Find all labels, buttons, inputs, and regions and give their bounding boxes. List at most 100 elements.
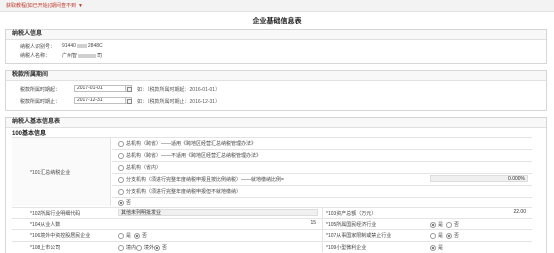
row104-label: *104从业人数 — [30, 222, 61, 228]
taxpayer-id-value: 91440 2848C — [62, 43, 103, 49]
redacted-block — [76, 43, 87, 48]
row108-label: *108上市公司 — [30, 245, 61, 251]
option-label: 分支机构（须进行完整年度纳税申报但不就地缴纳） — [126, 189, 242, 195]
row109-yes[interactable]: 是 — [430, 244, 443, 251]
option-label: 境内 — [126, 245, 137, 251]
option-label: 否 — [126, 200, 132, 206]
radio-icon — [118, 232, 124, 239]
period-end-input[interactable] — [74, 97, 126, 104]
period-end-hint: 如：（税款所属时期止：2016-12-31） — [137, 99, 221, 105]
redacted-block — [78, 53, 97, 58]
option-hq-cross-province-not-apply[interactable]: 总机构（跨省）——不适用《跨地区经营汇总纳税管理办法》 — [118, 152, 261, 159]
row106-label: *106境外中资控股居民企业 — [30, 233, 91, 239]
taxpayer-id-suffix: 2848C — [87, 43, 103, 49]
row105-yes[interactable]: 是 — [430, 221, 443, 228]
divider — [12, 218, 532, 219]
taxpayer-header: 纳税人信息 — [6, 30, 546, 40]
taxpayer-id-label: 纳税人识别号： — [20, 44, 56, 50]
taxpayer-name-label: 纳税人名称： — [20, 53, 51, 59]
divider — [112, 185, 532, 186]
row105-label: *105所属国民经济行业 — [326, 222, 377, 228]
divider — [112, 149, 532, 150]
row102-label: *102所属行业明细代码 — [30, 211, 81, 217]
calendar-icon[interactable] — [125, 85, 132, 92]
radio-icon — [446, 221, 452, 228]
row108-domestic[interactable]: 境内 — [118, 244, 136, 251]
row101-label-text: *101汇总纳税企业 — [30, 170, 71, 176]
radio-selected-icon — [430, 221, 436, 228]
radio-icon — [136, 244, 142, 251]
divider — [112, 173, 532, 174]
option-label: 是 — [438, 222, 444, 228]
row101-label: *101汇总纳税企业 — [30, 169, 70, 176]
row109-label: *109小型微利企业 — [326, 245, 367, 251]
row108-overseas[interactable]: 境外 — [136, 244, 154, 251]
option-label: 否 — [454, 233, 460, 239]
option-label: 是 — [438, 245, 444, 251]
total-assets-field[interactable]: 22.00 — [428, 209, 528, 216]
divider — [12, 207, 532, 208]
period-end-label: 税款所属时期止： — [20, 99, 61, 105]
option-label: 否 — [162, 245, 168, 251]
row107-no[interactable]: 否 — [446, 232, 459, 239]
divider — [12, 137, 532, 138]
radio-selected-icon — [154, 244, 160, 251]
radio-icon — [118, 164, 124, 171]
radio-icon — [118, 152, 124, 159]
radio-selected-icon — [430, 244, 436, 251]
top-bar: 获取教程(如已开始)(期间查不到 ▼ — [0, 0, 554, 12]
option-label: 否 — [454, 222, 460, 228]
option-label: 总机构（跨省）——适用《跨地区经营汇总纳税管理办法》 — [126, 141, 257, 147]
taxpayer-name-value: 广州智 司 — [62, 52, 102, 59]
option-label: 境外 — [144, 245, 155, 251]
taxpayer-name-row: 纳税人名称： 广州智 司 — [20, 52, 102, 59]
basic-subheader: 100基本信息 — [12, 131, 47, 137]
industry-code-field[interactable]: 其他未列明批发业 — [118, 209, 318, 216]
radio-icon — [430, 232, 436, 239]
radio-selected-icon — [118, 199, 124, 206]
option-label: 总机构（省内） — [126, 165, 162, 171]
employees-field[interactable]: 15 — [118, 220, 318, 227]
period-start-label: 税款所属时期起： — [20, 87, 61, 93]
option-no[interactable]: 否 — [118, 199, 131, 206]
tutorial-link-label: 获取教程(如已开始)(期间查不到 — [6, 3, 76, 9]
divider — [12, 229, 532, 230]
taxpayer-name-prefix: 广州智 — [62, 53, 78, 59]
divider — [112, 197, 532, 198]
radio-icon — [118, 188, 124, 195]
page-title: 企业基础信息表 — [252, 18, 302, 25]
ratio-field[interactable]: 0.000% — [430, 175, 528, 182]
basic-info-header: 纳税人基本信息表 — [6, 118, 546, 128]
radio-selected-icon — [134, 232, 140, 239]
tutorial-link[interactable]: 获取教程(如已开始)(期间查不到 ▼ — [6, 2, 83, 9]
period-start-input[interactable] — [74, 85, 126, 92]
radio-icon — [118, 140, 124, 147]
radio-icon — [118, 176, 124, 183]
calendar-icon[interactable] — [125, 97, 132, 104]
period-header: 税款所属期间 — [6, 71, 546, 81]
row107-label: *107从事国家限制或禁止行业 — [326, 233, 392, 239]
taxpayer-name-suffix: 司 — [97, 53, 103, 59]
option-hq-in-province[interactable]: 总机构（省内） — [118, 164, 161, 171]
option-hq-cross-province-apply[interactable]: 总机构（跨省）——适用《跨地区经营汇总纳税管理办法》 — [118, 140, 256, 147]
option-label: 是 — [438, 233, 444, 239]
caret-down-icon: ▼ — [78, 3, 83, 9]
row108-no[interactable]: 否 — [154, 244, 167, 251]
period-start-hint: 如：（税款所属时期起：2016-01-01） — [137, 87, 221, 93]
option-branch-local-pay[interactable]: 分支机构（须进行完整年度纳税申报且按比例纳税）——就地缴纳比例= — [118, 176, 284, 183]
divider — [112, 161, 532, 162]
taxpayer-id-row: 纳税人识别号： 91440 2848C — [20, 43, 103, 50]
option-label: 总机构（跨省）——不适用《跨地区经营汇总纳税管理办法》 — [126, 153, 262, 159]
row106-yes[interactable]: 是 — [118, 232, 131, 239]
option-branch-no-local-pay[interactable]: 分支机构（须进行完整年度纳税申报但不就地缴纳） — [118, 188, 241, 195]
radio-icon — [118, 244, 124, 251]
row107-yes[interactable]: 是 — [430, 232, 443, 239]
row103-label: *103资产总额（万元） — [326, 211, 377, 217]
option-label: 是 — [126, 233, 132, 239]
row106-no[interactable]: 否 — [134, 232, 147, 239]
option-label: 否 — [142, 233, 148, 239]
taxpayer-id-prefix: 91440 — [62, 43, 76, 49]
row105-no[interactable]: 否 — [446, 221, 459, 228]
option-label: 分支机构（须进行完整年度纳税申报且按比例纳税）——就地缴纳比例= — [126, 177, 284, 183]
divider — [12, 241, 532, 242]
